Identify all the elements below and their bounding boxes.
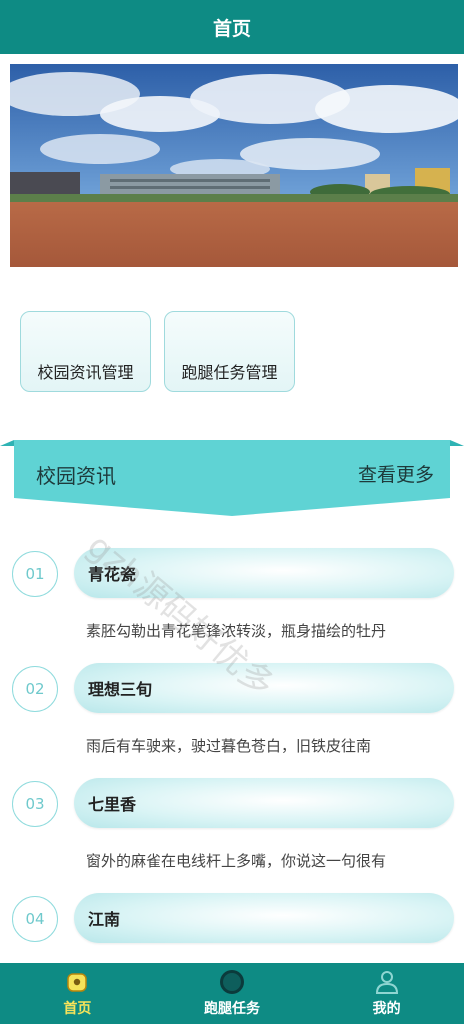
news-description: 窗外的麻雀在电线杆上多嘴，你说这一句很有	[86, 852, 387, 870]
news-number: 03	[12, 781, 58, 827]
tile-label: 校园资讯管理	[37, 363, 134, 382]
news-list: 01 青花瓷 素胚勾勒出青花笔锋浓转淡，瓶身描绘的牡丹 02 理想三旬 雨后有车…	[0, 546, 464, 1006]
news-title: 青花瓷	[88, 565, 137, 584]
campus-news-management-tile[interactable]: 校园资讯管理	[20, 311, 151, 392]
admin-tiles: 校园资讯管理 跑腿任务管理	[20, 311, 295, 392]
news-item[interactable]: 03 七里香 窗外的麻雀在电线杆上多嘴，你说这一句很有	[0, 776, 464, 891]
news-number: 01	[12, 551, 58, 597]
news-title-pill	[74, 893, 454, 943]
news-title: 理想三旬	[88, 680, 153, 699]
tab-label: 跑腿任务	[204, 1001, 260, 1017]
task-icon	[220, 970, 244, 994]
news-title: 江南	[88, 910, 121, 929]
top-bar: 首页	[0, 0, 464, 54]
news-item[interactable]: 02 理想三旬 雨后有车驶来，驶过暮色苍白，旧铁皮往南	[0, 661, 464, 776]
tab-label: 首页	[63, 1001, 92, 1017]
errand-task-management-tile[interactable]: 跑腿任务管理	[164, 311, 295, 392]
tile-label: 跑腿任务管理	[181, 363, 278, 382]
section-title: 校园资讯	[36, 464, 116, 488]
campus-banner-image[interactable]	[10, 64, 458, 267]
news-number: 04	[12, 896, 58, 942]
news-title: 七里香	[88, 795, 137, 814]
bottom-tab-bar: 首页 跑腿任务 我的	[0, 963, 464, 1024]
campus-news-section-header: 校园资讯 查看更多	[0, 432, 464, 516]
tab-label: 我的	[372, 1001, 401, 1017]
news-description: 素胚勾勒出青花笔锋浓转淡，瓶身描绘的牡丹	[86, 622, 387, 640]
tab-errand-tasks[interactable]: 跑腿任务	[155, 963, 310, 1024]
banner-picture	[10, 64, 458, 267]
news-description: 雨后有车驶来，驶过暮色苍白，旧铁皮往南	[86, 737, 372, 755]
page-title: 首页	[212, 17, 251, 40]
tab-mine[interactable]: 我的	[309, 963, 464, 1024]
user-icon	[375, 971, 398, 994]
view-more-link[interactable]: 查看更多	[358, 460, 434, 487]
news-item[interactable]: 01 青花瓷 素胚勾勒出青花笔锋浓转淡，瓶身描绘的牡丹	[0, 546, 464, 661]
news-number: 02	[12, 666, 58, 712]
tab-home[interactable]: 首页	[0, 963, 155, 1024]
home-icon	[67, 973, 88, 992]
